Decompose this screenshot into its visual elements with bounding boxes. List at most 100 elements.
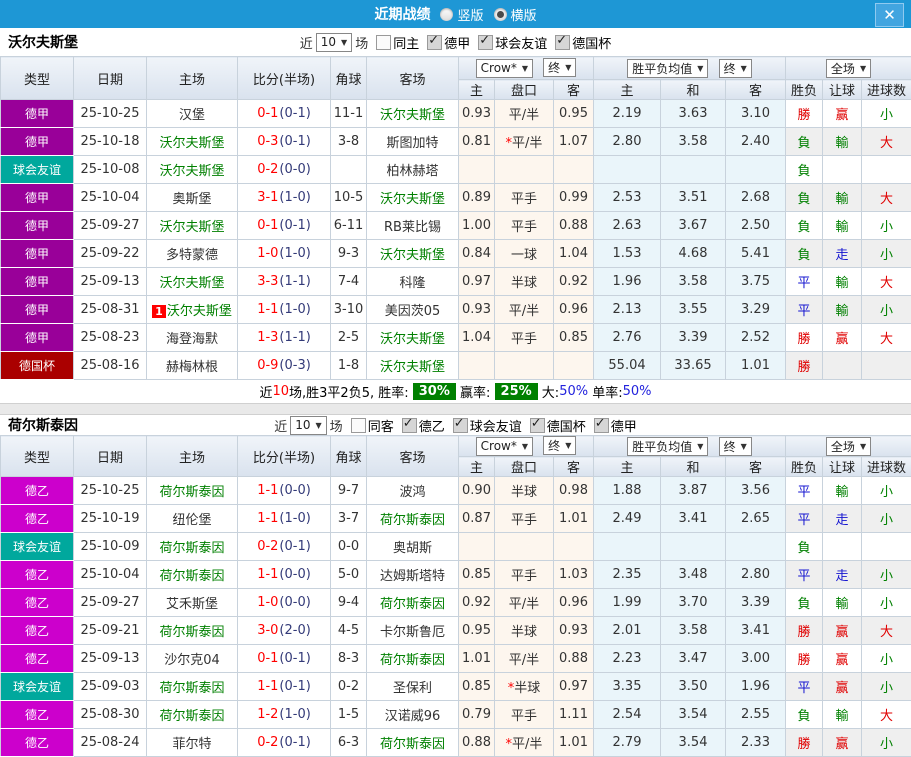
league-checkbox[interactable] bbox=[427, 35, 442, 50]
avg-time-dropdown[interactable]: 终▼ bbox=[719, 437, 752, 456]
league-checkbox[interactable] bbox=[402, 418, 417, 433]
chevron-down-icon: ▼ bbox=[565, 63, 571, 72]
avg-time-dropdown[interactable]: 终▼ bbox=[719, 59, 752, 78]
match-row: 德甲25-09-22多特蒙德1-0(1-0)9-3沃尔夫斯堡0.84一球1.04… bbox=[1, 240, 911, 268]
avg-odds-dropdown[interactable]: 胜平负均值▼ bbox=[627, 59, 708, 78]
same-venue-checkbox[interactable] bbox=[376, 35, 391, 50]
handicap-odds-cell: 1.07 bbox=[554, 128, 594, 156]
match-count-dropdown[interactable]: 10▼ bbox=[316, 33, 352, 52]
league-checkbox-group: 德乙球会友谊德国杯德甲 bbox=[394, 416, 637, 435]
layout-radio-horizontal-label[interactable]: 横版 bbox=[511, 5, 537, 24]
team-name: 荷尔斯泰因 bbox=[159, 485, 224, 500]
odds-source-dropdown[interactable]: Crow*▼ bbox=[476, 437, 533, 456]
avg-odds-dropdown[interactable]: 胜平负均值▼ bbox=[627, 437, 708, 456]
score-cell: 0-3(0-1) bbox=[238, 128, 331, 156]
date-cell: 25-08-31 bbox=[74, 296, 147, 324]
away-team-cell: 荷尔斯泰因 bbox=[367, 589, 459, 617]
halftime-score: (0-1) bbox=[279, 218, 310, 233]
fulltime-score: 0-1 bbox=[257, 651, 278, 666]
fulltime-score: 1-3 bbox=[257, 330, 278, 345]
avg-odds-cell: 2.80 bbox=[594, 128, 661, 156]
fulltime-dropdown[interactable]: 全场▼ bbox=[826, 437, 871, 456]
match-row: 德甲25-10-25汉堡0-1(0-1)11-1沃尔夫斯堡0.93平/半0.95… bbox=[1, 100, 911, 128]
team-name: 荷尔斯泰因 bbox=[380, 653, 445, 668]
halftime-score: (1-1) bbox=[279, 330, 310, 345]
fulltime-score: 0-1 bbox=[257, 218, 278, 233]
filter-controls: 近 10▼ 场 同主 德甲球会友谊德国杯 bbox=[300, 33, 612, 52]
score-cell: 0-2(0-1) bbox=[238, 533, 331, 561]
away-team-cell: 科隆 bbox=[367, 268, 459, 296]
layout-radio-horizontal[interactable] bbox=[494, 8, 507, 21]
handicap-result-cell: 輸 bbox=[823, 212, 862, 240]
fulltime-score: 1-0 bbox=[257, 246, 278, 261]
away-team-cell: 波鸿 bbox=[367, 477, 459, 505]
halftime-score: (0-1) bbox=[279, 651, 310, 666]
league-type-cell: 德甲 bbox=[1, 268, 74, 296]
league-checkbox[interactable] bbox=[453, 418, 468, 433]
handicap-odds-cell bbox=[554, 533, 594, 561]
home-team-cell: 沃尔夫斯堡 bbox=[147, 212, 238, 240]
halftime-score: (0-0) bbox=[279, 483, 310, 498]
goals-result-cell bbox=[862, 352, 911, 380]
avg-odds-cell: 2.23 bbox=[594, 645, 661, 673]
odds-source-dropdown[interactable]: Crow*▼ bbox=[476, 59, 533, 78]
match-row: 德乙25-09-21荷尔斯泰因3-0(2-0)4-5卡尔斯鲁厄0.95半球0.9… bbox=[1, 617, 911, 645]
fulltime-score: 1-1 bbox=[257, 679, 278, 694]
score-cell: 0-1(0-1) bbox=[238, 100, 331, 128]
avg-odds-cell: 3.55 bbox=[661, 296, 726, 324]
score-cell: 1-1(1-0) bbox=[238, 296, 331, 324]
chevron-down-icon: ▼ bbox=[860, 442, 866, 451]
avg-odds-cell: 3.54 bbox=[661, 729, 726, 757]
early-odds-marker: * bbox=[506, 136, 513, 151]
date-cell: 25-10-25 bbox=[74, 477, 147, 505]
handicap-line-cell: 平/半 bbox=[495, 100, 554, 128]
same-venue-checkbox[interactable] bbox=[351, 418, 366, 433]
layout-radio-vertical-label[interactable]: 竖版 bbox=[457, 5, 483, 24]
avg-odds-cell: 2.79 bbox=[594, 729, 661, 757]
handicap-odds-cell: 0.92 bbox=[554, 268, 594, 296]
handicap-line-cell: 平手 bbox=[495, 212, 554, 240]
odds-time-dropdown[interactable]: 终▼ bbox=[543, 436, 576, 455]
col-result: 胜负 bbox=[786, 80, 823, 100]
col-avg-away: 客 bbox=[726, 80, 786, 100]
handicap-odds-cell: 1.04 bbox=[554, 240, 594, 268]
odds-time-dropdown[interactable]: 终▼ bbox=[543, 58, 576, 77]
near-label: 近 bbox=[274, 416, 287, 435]
league-checkbox[interactable] bbox=[555, 35, 570, 50]
goals-result-cell: 大 bbox=[862, 324, 911, 352]
score-cell: 1-1(0-1) bbox=[238, 673, 331, 701]
avg-odds-cell: 3.41 bbox=[726, 617, 786, 645]
match-count-dropdown[interactable]: 10▼ bbox=[290, 416, 326, 435]
score-cell: 1-2(1-0) bbox=[238, 701, 331, 729]
date-cell: 25-08-16 bbox=[74, 352, 147, 380]
avg-odds-cell bbox=[661, 156, 726, 184]
close-icon[interactable]: ✕ bbox=[875, 3, 904, 27]
result-cell: 負 bbox=[786, 184, 823, 212]
fulltime-dropdown[interactable]: 全场▼ bbox=[826, 59, 871, 78]
col-corner: 角球 bbox=[331, 436, 367, 477]
league-type-cell: 德乙 bbox=[1, 505, 74, 533]
league-checkbox[interactable] bbox=[530, 418, 545, 433]
handicap-odds-cell: 0.97 bbox=[459, 268, 495, 296]
summary-part: 近 bbox=[259, 382, 272, 401]
league-checkbox[interactable] bbox=[594, 418, 609, 433]
halftime-score: (0-0) bbox=[279, 567, 310, 582]
away-team-cell: 圣保利 bbox=[367, 673, 459, 701]
date-cell: 25-09-13 bbox=[74, 645, 147, 673]
halftime-score: (2-0) bbox=[279, 623, 310, 638]
score-cell: 1-0(0-0) bbox=[238, 589, 331, 617]
team-name: 柏林赫塔 bbox=[386, 164, 438, 179]
league-checkbox[interactable] bbox=[478, 35, 493, 50]
handicap-odds-cell: 0.97 bbox=[554, 673, 594, 701]
team-name: 沃尔夫斯堡 bbox=[380, 332, 445, 347]
team-name: 荷尔斯泰因 bbox=[159, 569, 224, 584]
home-team-cell: 沃尔夫斯堡 bbox=[147, 128, 238, 156]
away-team-cell: 沃尔夫斯堡 bbox=[367, 184, 459, 212]
goals-result-cell: 小 bbox=[862, 477, 911, 505]
layout-radio-vertical[interactable] bbox=[440, 8, 453, 21]
home-team-cell: 赫梅林根 bbox=[147, 352, 238, 380]
league-checkbox-label: 球会友谊 bbox=[470, 420, 522, 435]
score-cell: 0-2(0-1) bbox=[238, 729, 331, 757]
league-checkbox-group: 德甲球会友谊德国杯 bbox=[419, 33, 611, 52]
col-goals: 进球数 bbox=[862, 457, 911, 477]
